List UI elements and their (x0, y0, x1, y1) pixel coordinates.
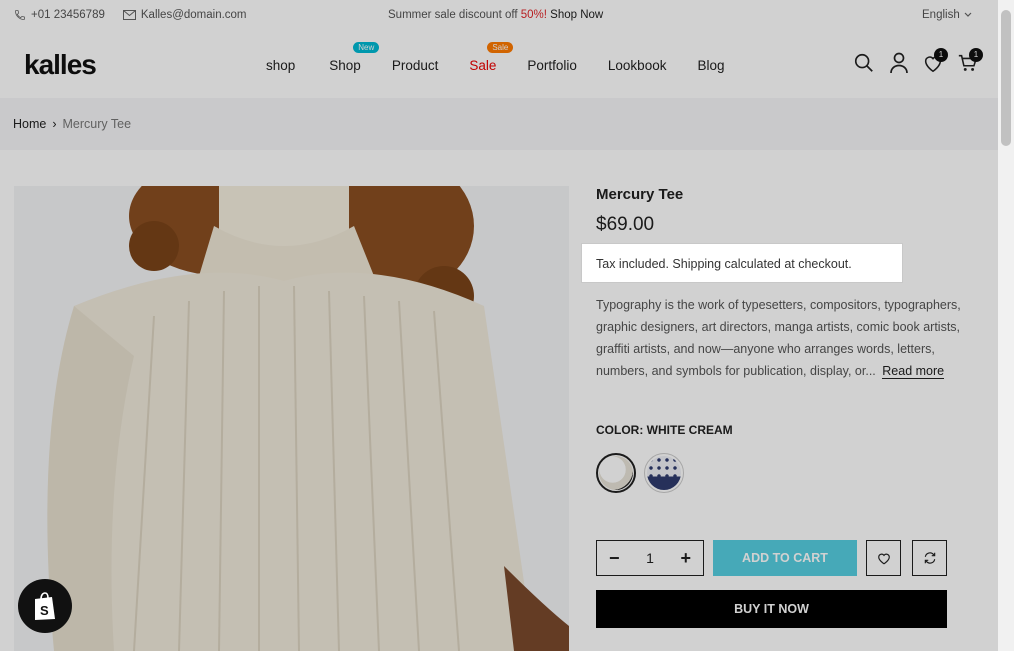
email-text: Kalles@domain.com (140, 9, 247, 21)
shopify-bag-icon: S (35, 592, 55, 620)
wishlist-button[interactable] (866, 540, 901, 576)
nav-item-lookbook[interactable]: Lookbook (608, 58, 667, 73)
product-photo (14, 186, 569, 651)
top-bar: +01 23456789 Kalles@domain.com Summer sa… (0, 0, 998, 32)
phone-text: +01 23456789 (31, 9, 105, 21)
scrollbar-thumb[interactable] (1001, 10, 1011, 146)
read-more-link[interactable]: Read more (882, 364, 945, 379)
compare-button[interactable] (912, 540, 947, 576)
nav-label: Product (391, 58, 439, 73)
swatch-fill (599, 456, 633, 490)
swatch-dotted[interactable] (644, 453, 684, 493)
promo-shop-now-link[interactable]: Shop Now (550, 9, 603, 21)
nav-label: Blog (697, 58, 725, 73)
buy-now-button[interactable]: BUY IT NOW (596, 590, 947, 628)
nav-item-sale[interactable]: Sale Sale (469, 42, 514, 73)
increase-quantity-button[interactable]: + (680, 549, 691, 567)
account-icon[interactable] (889, 52, 909, 79)
language-selector[interactable]: English (922, 9, 972, 21)
promo-text: Summer sale discount off (388, 9, 518, 21)
breadcrumb-current: Mercury Tee (62, 117, 132, 131)
logo[interactable]: kalles (24, 49, 97, 81)
promo-percent: 50%! (520, 9, 547, 21)
heart-icon (877, 553, 890, 564)
tax-note-highlight: Tax included. Shipping calculated at che… (582, 244, 902, 282)
quantity-stepper: − 1 + (596, 540, 704, 576)
sale-badge: Sale (487, 42, 514, 53)
promo-banner: Summer sale discount off 50%! Shop Now (388, 9, 603, 21)
cart-count: 1 (969, 48, 983, 62)
product-description: Typography is the work of typesetters, c… (596, 294, 988, 382)
email-contact[interactable]: Kalles@domain.com (122, 9, 247, 21)
nav-item-shop-lower[interactable]: shop (266, 58, 295, 73)
site-header: kalles shop Shop New Product Sale Sale P… (0, 32, 998, 98)
quantity-value[interactable]: 1 (646, 550, 654, 566)
compare-icon (924, 552, 935, 564)
nav-item-portfolio[interactable]: Portfolio (527, 58, 577, 73)
product-image[interactable] (14, 186, 569, 651)
breadcrumb-separator: › (52, 117, 57, 131)
wishlist-count: 1 (934, 48, 948, 62)
main-nav: shop Shop New Product Sale Sale Portfoli… (266, 42, 725, 73)
new-badge: New (353, 42, 380, 53)
phone-contact[interactable]: +01 23456789 (14, 9, 105, 21)
nav-label: Portfolio (527, 58, 577, 73)
nav-item-blog[interactable]: Blog (697, 58, 724, 73)
phone-icon (15, 10, 25, 20)
add-to-cart-button[interactable]: ADD TO CART (713, 540, 857, 576)
nav-label: Lookbook (607, 58, 667, 73)
swatch-fill (647, 456, 681, 490)
nav-item-product[interactable]: Product (392, 58, 439, 73)
contact-info: +01 23456789 Kalles@domain.com (14, 9, 247, 21)
decrease-quantity-button[interactable]: − (609, 549, 620, 567)
search-icon[interactable] (853, 52, 875, 79)
breadcrumb-home[interactable]: Home (13, 117, 46, 131)
scrollbar[interactable] (998, 0, 1014, 651)
product-price: $69.00 (596, 214, 655, 235)
color-label: COLOR: WHITE CREAM (596, 423, 733, 437)
swatch-white-cream[interactable] (596, 453, 636, 493)
cart-icon[interactable]: 1 (957, 48, 983, 79)
product-title: Mercury Tee (596, 186, 684, 203)
mail-icon (122, 10, 136, 20)
language-label: English (922, 9, 960, 21)
color-swatches (596, 453, 684, 493)
chevron-down-icon (964, 12, 972, 17)
nav-item-shop[interactable]: Shop New (329, 42, 380, 73)
tax-note: Tax included. Shipping calculated at che… (596, 257, 852, 271)
nav-label: Shop (329, 58, 361, 73)
shopify-badge[interactable]: S (18, 579, 72, 633)
svg-text:S: S (40, 603, 49, 618)
nav-label: shop (266, 58, 296, 73)
wishlist-icon[interactable]: 1 (922, 48, 948, 79)
nav-label: Sale (469, 58, 497, 73)
breadcrumb: Home › Mercury Tee (0, 98, 998, 150)
